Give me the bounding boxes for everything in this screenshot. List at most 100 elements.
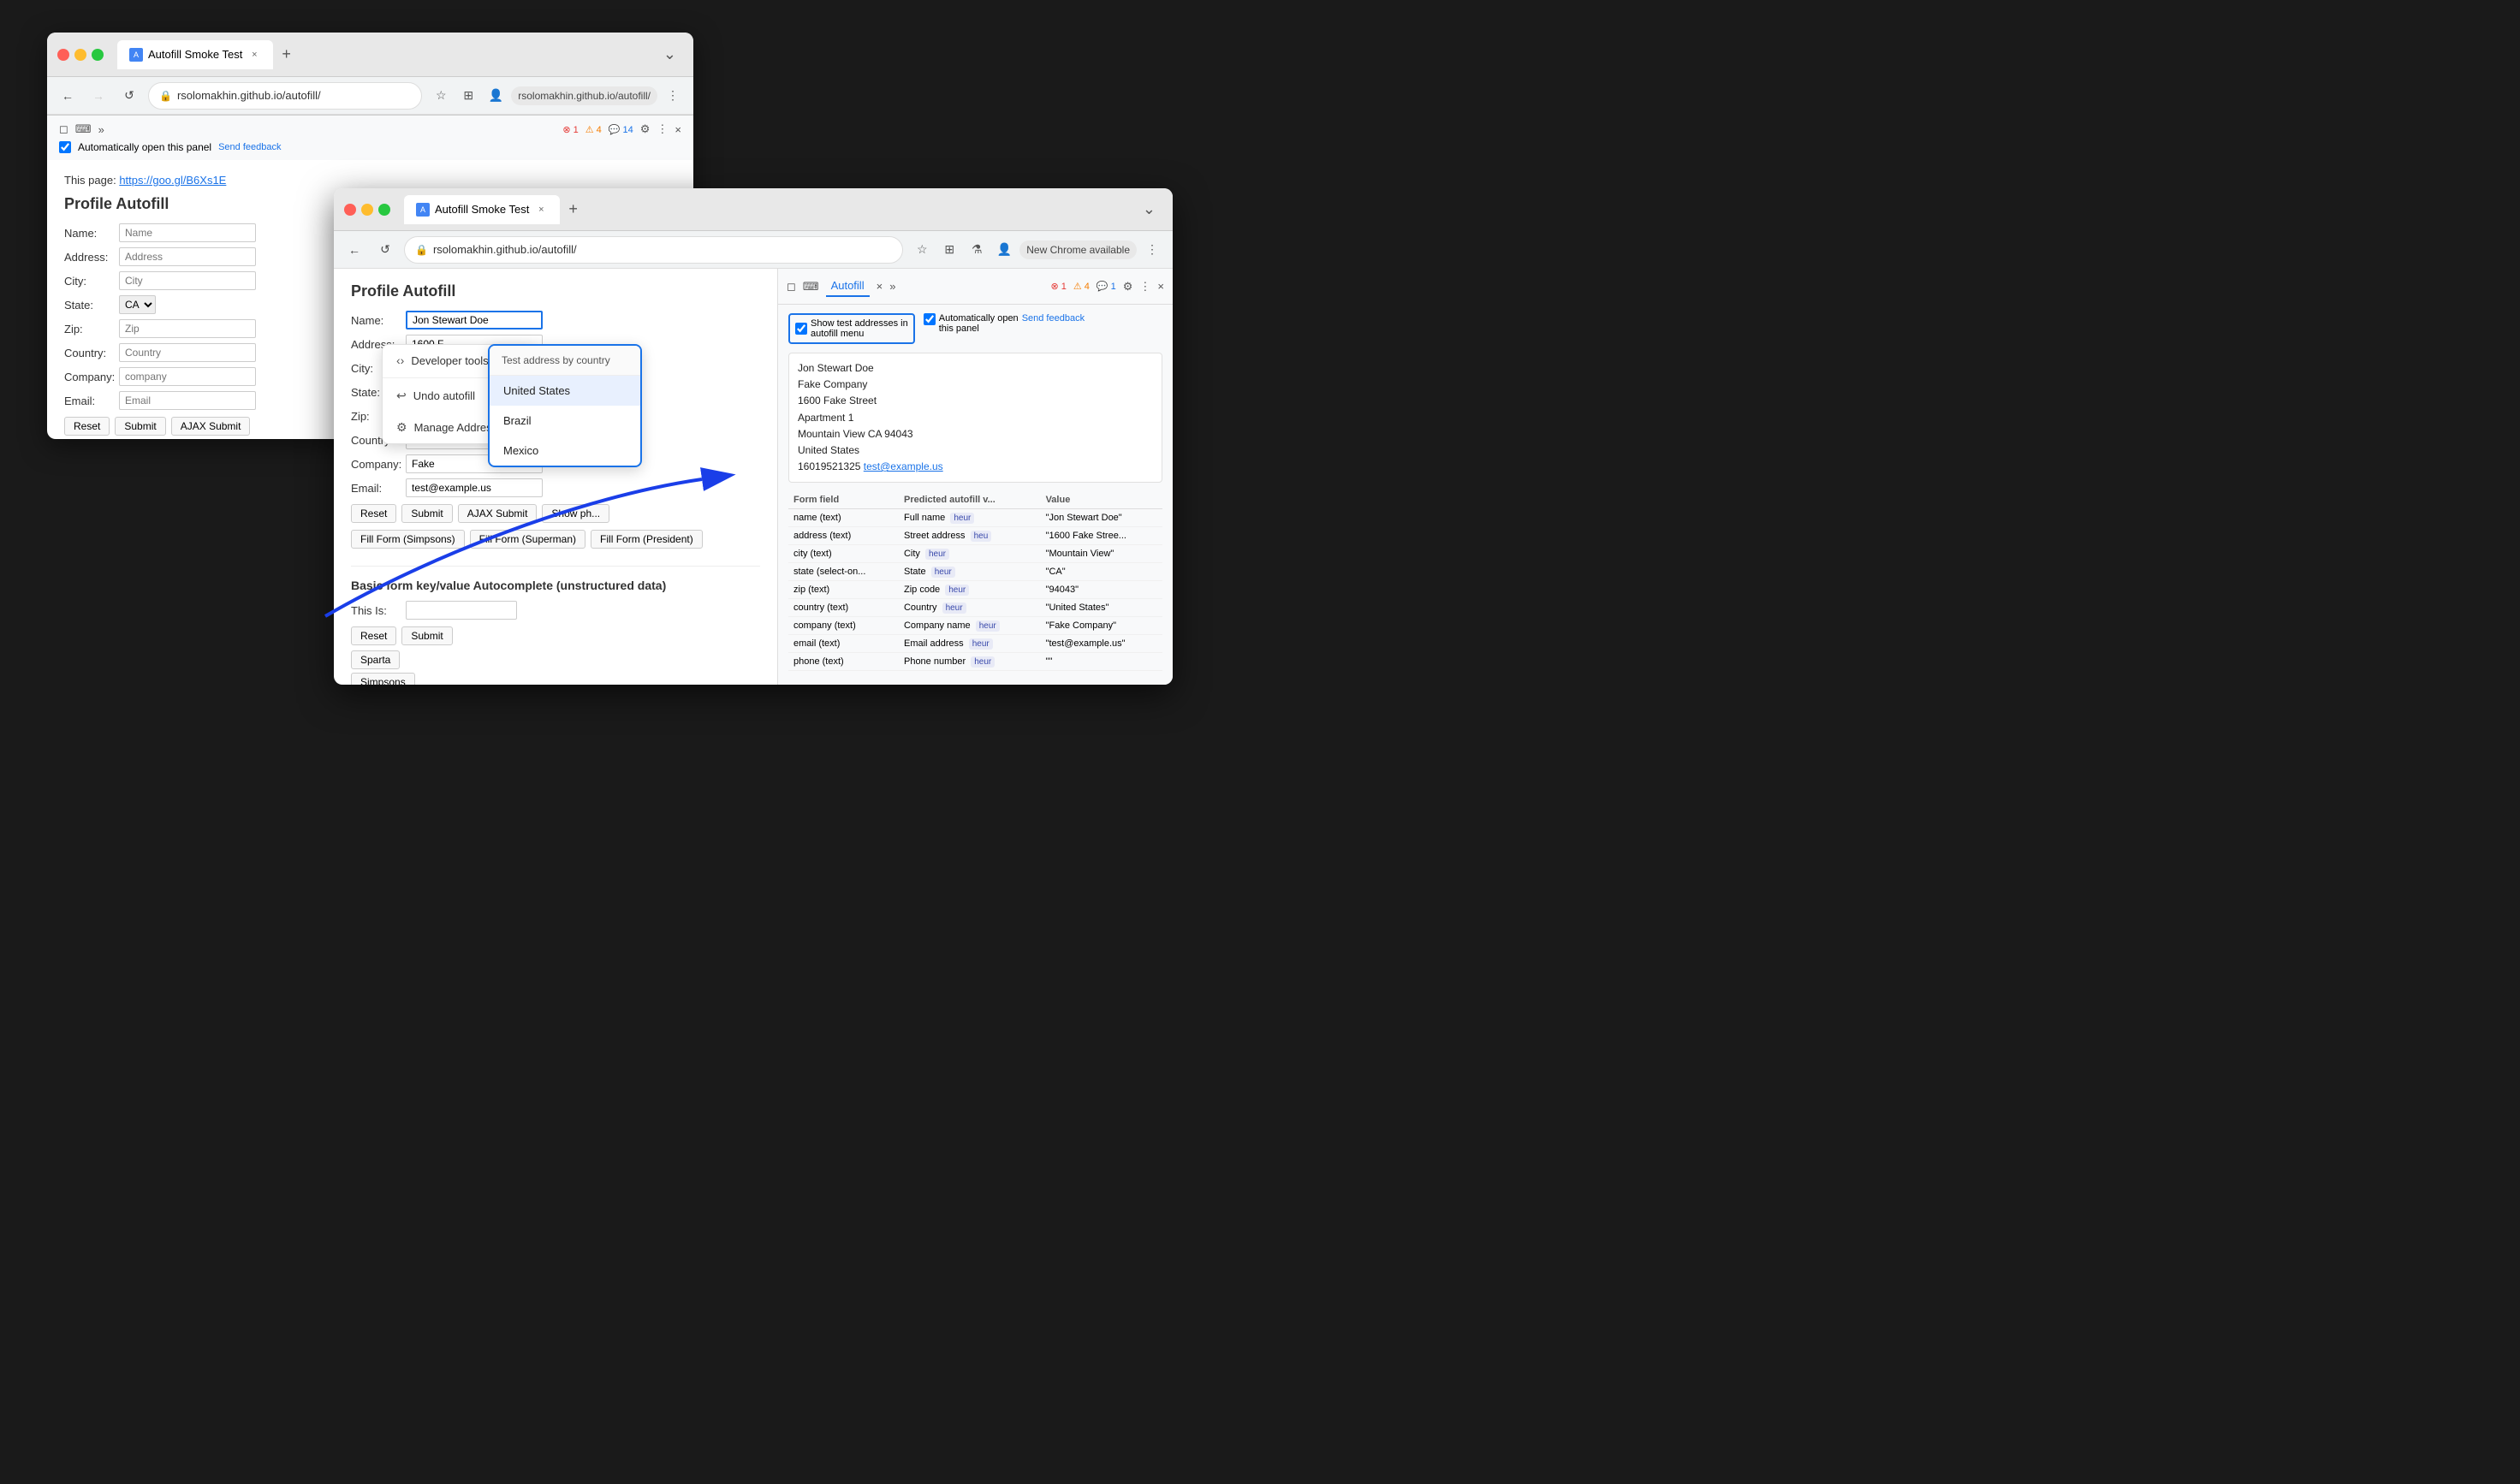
card-city-state: Mountain View CA 94043 [798,426,1153,442]
back-nav-button[interactable]: ← [56,84,80,108]
front-more-icon[interactable]: ⋮ [1140,238,1164,262]
reload-button[interactable]: ↺ [117,84,141,108]
heur-badge: heur [969,638,993,650]
zip-label: Zip: [64,323,116,335]
autofill-tab-close[interactable]: × [877,280,883,293]
more-icon-back[interactable]: ⋮ [657,122,668,136]
predicted-cell: Country heur [899,599,1041,617]
value-cell: "CA" [1041,563,1162,581]
devtools-expand-icon[interactable]: » [98,123,104,136]
devtools-expand-front[interactable]: » [889,280,895,293]
front-maximize-button[interactable] [378,204,390,216]
front-company-label: Company: [351,458,402,471]
new-tab-button[interactable]: + [278,45,294,63]
devtools-sources-icon[interactable]: ⌨ [75,122,92,136]
email-input[interactable] [119,391,256,410]
value-cell: "Mountain View" [1041,545,1162,563]
reset-button-back[interactable]: Reset [64,417,110,436]
auto-open-checkbox-back[interactable] [59,141,71,153]
comment-badge-back: 💬 14 [609,124,633,135]
front-fill-president[interactable]: Fill Form (President) [591,530,703,549]
auto-open-checkbox-front[interactable] [924,313,936,325]
company-input[interactable] [119,367,256,386]
new-chrome-label-front[interactable]: New Chrome available [1019,240,1137,259]
card-email[interactable]: test@example.us [864,460,943,472]
active-tab[interactable]: A Autofill Smoke Test × [117,40,273,69]
send-feedback-link-back[interactable]: Send feedback [218,142,281,152]
address-input[interactable] [119,247,256,266]
front-minimize-button[interactable] [361,204,373,216]
country-dropdown-header: Test address by country [490,346,640,376]
more-icon[interactable]: ⋮ [661,84,685,108]
predicted-cell: State heur [899,563,1041,581]
front-address-bar[interactable]: 🔒 rsolomakhin.github.io/autofill/ [404,236,903,264]
send-feedback-front[interactable]: Send feedback [1022,313,1085,324]
address-bar[interactable]: 🔒 rsolomakhin.github.io/autofill/ [148,82,422,110]
extension-icon[interactable]: ⊞ [456,84,480,108]
devtools-network-front[interactable]: ⌨ [803,280,819,294]
more-front[interactable]: ⋮ [1139,280,1150,294]
state-select[interactable]: CA [119,295,156,314]
zip-input[interactable] [119,319,256,338]
front-new-tab[interactable]: + [565,200,581,218]
country-input[interactable] [119,343,256,362]
front-fill-superman[interactable]: Fill Form (Superman) [470,530,585,549]
devtools-elements-icon[interactable]: ◻ [59,122,68,136]
ajax-submit-back[interactable]: AJAX Submit [171,417,251,436]
undo-icon: ↩ [396,389,407,403]
front-submit-btn[interactable]: Submit [401,504,452,523]
simpsons-btn[interactable]: Simpsons [351,673,415,685]
card-street: 1600 Fake Street [798,393,1153,409]
basic-reset-btn[interactable]: Reset [351,626,396,645]
heur-badge: heur [925,549,949,560]
this-is-input[interactable] [406,601,517,620]
front-name-label: Name: [351,314,402,327]
front-show-ph-btn[interactable]: Show ph... [542,504,609,523]
front-email-input[interactable] [406,478,543,497]
sparta-btn[interactable]: Sparta [351,650,400,669]
front-tab-close[interactable]: × [534,203,548,217]
new-chrome-label-back[interactable]: rsolomakhin.github.io/autofill/ [511,86,657,105]
front-reload-btn[interactable]: ↺ [373,238,397,262]
star-icon[interactable]: ☆ [429,84,453,108]
country-brazil[interactable]: Brazil [490,406,640,436]
front-fill-simpsons[interactable]: Fill Form (Simpsons) [351,530,465,549]
page-link[interactable]: https://goo.gl/B6Xs1E [119,174,226,187]
country-us[interactable]: United States [490,376,640,406]
front-extension-icon[interactable]: ⊞ [937,238,961,262]
close-button[interactable] [57,49,69,61]
close-devtools-front[interactable]: × [1157,280,1164,293]
heur-badge: heu [971,531,992,542]
front-name-input[interactable] [406,311,543,329]
front-close-button[interactable] [344,204,356,216]
tab-close-button[interactable]: × [247,48,261,62]
forward-nav-button[interactable]: → [86,84,110,108]
field-cell: city (text) [788,545,899,563]
front-back-btn[interactable]: ← [342,238,366,262]
front-name-row: Name: [351,311,760,329]
front-profile-icon[interactable]: 👤 [992,238,1016,262]
settings-front[interactable]: ⚙ [1123,280,1133,294]
minimize-button[interactable] [74,49,86,61]
front-page: Profile Autofill Name: Address: City: St… [334,269,777,685]
profile-icon[interactable]: 👤 [484,84,508,108]
card-country: United States [798,442,1153,459]
close-devtools-back[interactable]: × [675,123,681,136]
front-experiments-icon[interactable]: ⚗ [965,238,989,262]
show-test-addresses-checkbox[interactable] [795,323,807,335]
devtools-elements-front[interactable]: ◻ [787,280,796,294]
front-ajax-btn[interactable]: AJAX Submit [458,504,538,523]
front-star-icon[interactable]: ☆ [910,238,934,262]
country-mexico[interactable]: Mexico [490,436,640,466]
submit-button-back[interactable]: Submit [115,417,165,436]
front-page-title: Profile Autofill [351,282,760,300]
basic-submit-btn[interactable]: Submit [401,626,452,645]
show-test-addresses-label: Show test addresses in autofill menu [811,318,908,339]
maximize-button[interactable] [92,49,104,61]
city-input[interactable] [119,271,256,290]
front-reset-btn[interactable]: Reset [351,504,396,523]
autofill-tab[interactable]: Autofill [826,276,870,297]
front-active-tab[interactable]: A Autofill Smoke Test × [404,195,560,224]
settings-icon-back[interactable]: ⚙ [640,122,651,136]
name-input[interactable] [119,223,256,242]
